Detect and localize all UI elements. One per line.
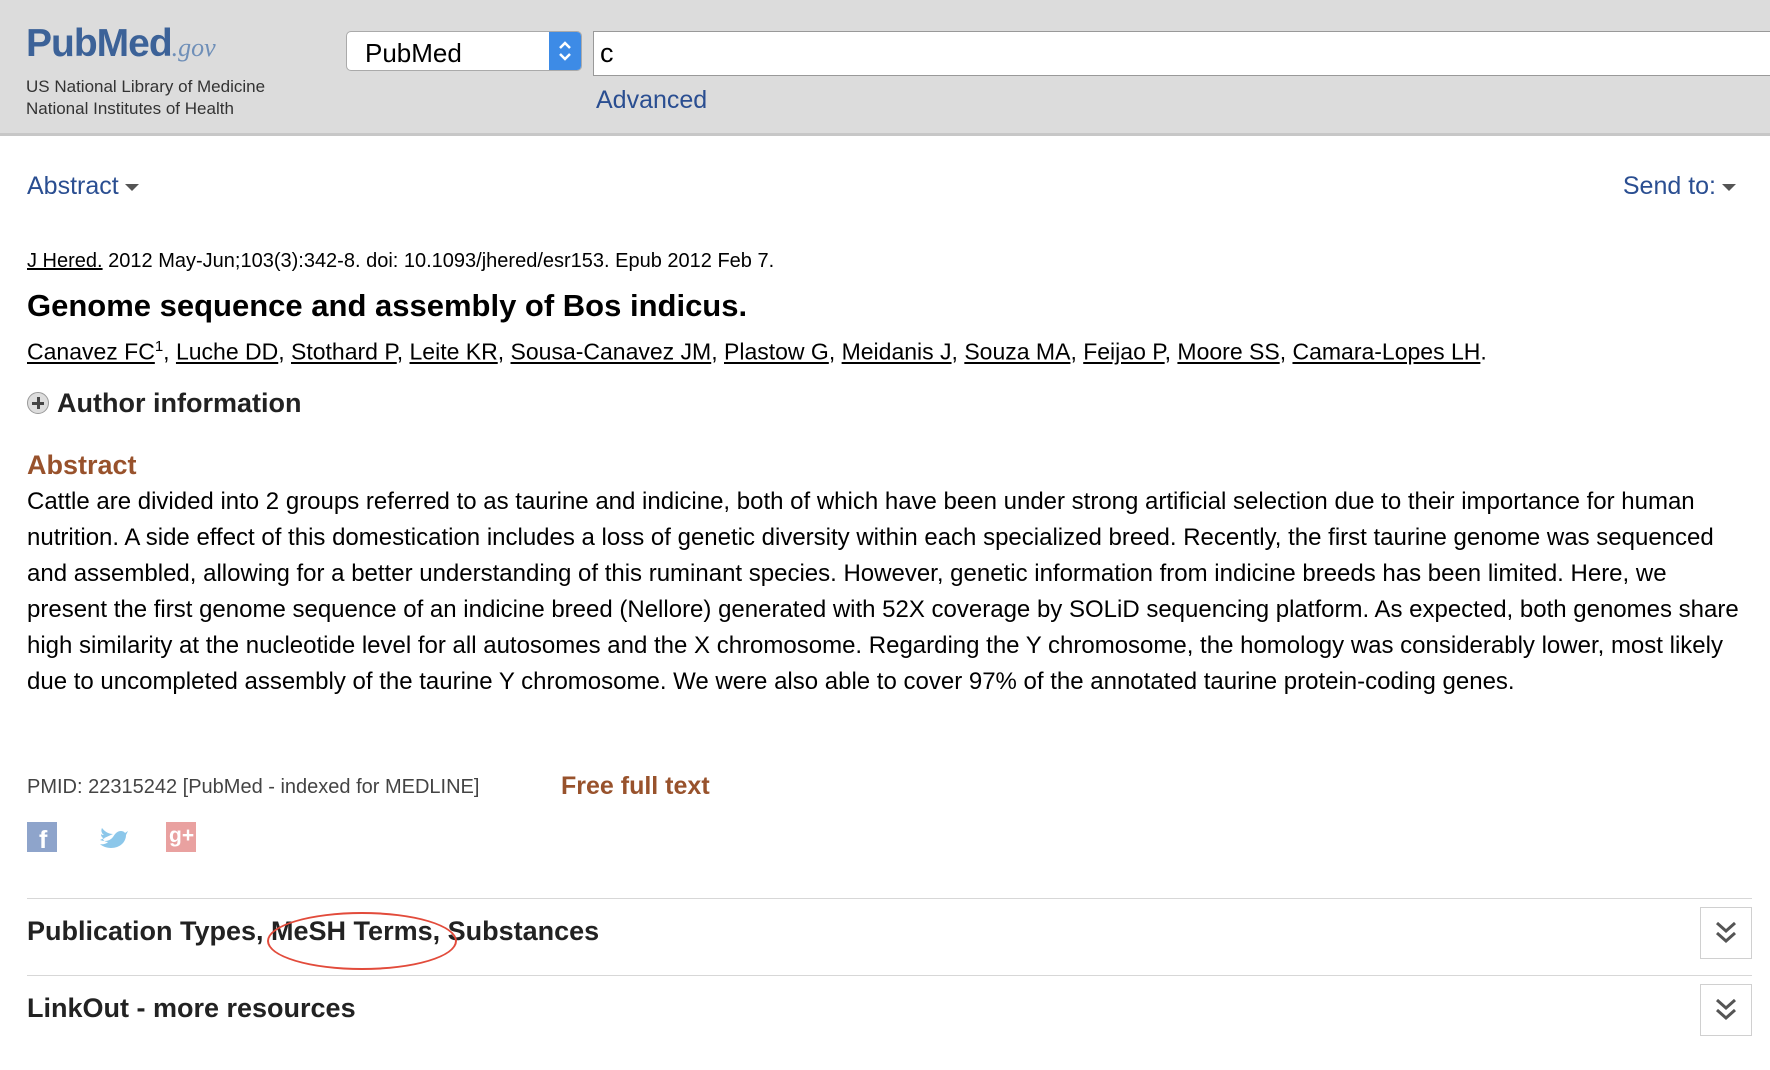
logo-subtitle-nlm: US National Library of Medicine: [26, 77, 266, 96]
author-link[interactable]: Camara-Lopes LH: [1292, 339, 1480, 365]
author-information-toggle[interactable]: Author information: [27, 388, 301, 419]
citation-details: 2012 May-Jun;103(3):342-8. doi: 10.1093/…: [102, 250, 775, 272]
send-to-button[interactable]: Send to:: [1623, 172, 1736, 201]
author-link[interactable]: Leite KR: [410, 339, 498, 365]
expand-chevron-icon[interactable]: [1700, 984, 1752, 1036]
database-select[interactable]: PubMed: [346, 31, 582, 71]
format-select[interactable]: Abstract: [27, 172, 139, 201]
author-link[interactable]: Canavez FC: [27, 339, 155, 365]
advanced-search-link[interactable]: Advanced: [596, 86, 707, 115]
logo-wordmark: PubMed.gov: [26, 22, 216, 65]
author-link[interactable]: Luche DD: [176, 339, 278, 365]
expand-plus-icon: [27, 391, 49, 414]
affiliation-marker: 1: [154, 338, 164, 355]
caret-down-icon: [124, 183, 139, 191]
format-select-label: Abstract: [27, 172, 119, 200]
search-input[interactable]: [593, 31, 1770, 76]
author-link[interactable]: Sousa-Canavez JM: [511, 339, 712, 365]
author-link[interactable]: Plastow G: [724, 339, 829, 365]
abstract-heading: Abstract: [27, 450, 137, 480]
author-link[interactable]: Souza MA: [964, 339, 1070, 365]
author-link[interactable]: Feijao P: [1083, 339, 1164, 365]
citation-line: J Hered. 2012 May-Jun;103(3):342-8. doi:…: [27, 250, 774, 273]
send-to-label: Send to:: [1622, 172, 1716, 200]
author-list: Canavez FC1, Luche DD, Stothard P, Leite…: [27, 338, 1487, 365]
logo-subtitle-nih: National Institutes of Health: [26, 99, 234, 118]
select-arrows-icon: [549, 32, 581, 70]
expand-chevron-icon[interactable]: [1700, 907, 1752, 959]
journal-link[interactable]: J Hered.: [27, 250, 103, 272]
caret-down-icon: [1722, 183, 1736, 191]
header: PubMed.gov US National Library of Medici…: [0, 0, 1770, 136]
author-information-label: Author information: [57, 388, 302, 418]
section-title: LinkOut - more resources: [27, 993, 356, 1023]
free-full-text-link[interactable]: Free full text: [561, 772, 710, 801]
abstract-text: Cattle are divided into 2 groups referre…: [27, 488, 1739, 695]
annotation-ellipse: [267, 912, 457, 970]
section-linkout[interactable]: LinkOut - more resources: [27, 975, 1752, 1052]
facebook-icon[interactable]: f: [27, 822, 57, 854]
author-link[interactable]: Stothard P: [291, 339, 397, 365]
database-select-value: PubMed: [365, 38, 462, 68]
google-plus-icon[interactable]: g+: [166, 822, 196, 852]
twitter-icon[interactable]: [97, 822, 128, 852]
pubmed-logo[interactable]: PubMed.gov US National Library of Medici…: [26, 14, 286, 124]
article-title: Genome sequence and assembly of Bos indi…: [27, 288, 748, 323]
author-link[interactable]: Meidanis J: [842, 339, 952, 365]
author-link[interactable]: Moore SS: [1177, 339, 1279, 365]
pmid-status: PMID: 22315242 [PubMed - indexed for MED…: [27, 776, 480, 798]
